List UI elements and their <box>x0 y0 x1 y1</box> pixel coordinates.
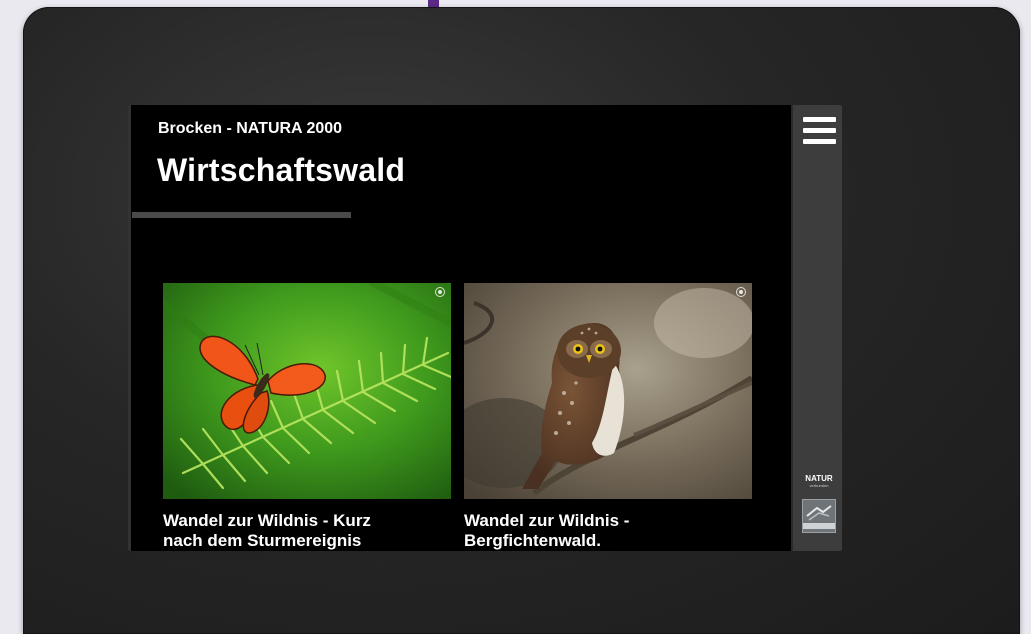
sidebar-divider <box>791 105 793 551</box>
partner-logo-text: NATUR <box>805 474 833 483</box>
hamburger-menu-icon[interactable] <box>803 117 836 145</box>
butterfly-photo[interactable] <box>163 283 451 499</box>
kiosk-screen: Brocken - NATURA 2000 Wirtschaftswald Wa… <box>128 105 842 551</box>
caption-line-1: Wandel zur Wildnis - <box>464 511 630 530</box>
natur-verbunden-logo[interactable]: NATUR verbunden <box>800 474 838 489</box>
tablet-device-frame: Brocken - NATURA 2000 Wirtschaftswald Wa… <box>23 7 1020 634</box>
screen-left-edge <box>128 105 131 551</box>
watermark-logo <box>435 287 445 297</box>
right-sidebar: NATUR verbunden <box>791 105 842 551</box>
content-card-owl[interactable]: Wandel zur Wildnis - Bergfichtenwald. <box>464 283 752 551</box>
page-title: Wirtschaftswald <box>157 152 406 188</box>
partner-logo-sub: verbunden <box>809 483 829 488</box>
caption-line-2: nach dem Sturmereignis <box>163 531 362 550</box>
logo-circle-icon <box>435 287 445 297</box>
card-caption[interactable]: Wandel zur Wildnis - Kurz nach dem Sturm… <box>163 511 451 551</box>
caption-line-1: Wandel zur Wildnis - Kurz <box>163 511 371 530</box>
content-card-butterfly[interactable]: Wandel zur Wildnis - Kurz nach dem Sturm… <box>163 283 451 551</box>
logo-circle-icon <box>736 287 746 297</box>
area-label: Brocken - NATURA 2000 <box>158 120 343 137</box>
title-underline <box>132 212 351 218</box>
partner-emblem-icon[interactable] <box>802 499 836 533</box>
emblem-strip <box>803 523 835 529</box>
card-caption[interactable]: Wandel zur Wildnis - Bergfichtenwald. <box>464 511 752 551</box>
owl-photo[interactable] <box>464 283 752 499</box>
watermark-logo <box>736 287 746 297</box>
caption-line-2: Bergfichtenwald. <box>464 531 601 550</box>
